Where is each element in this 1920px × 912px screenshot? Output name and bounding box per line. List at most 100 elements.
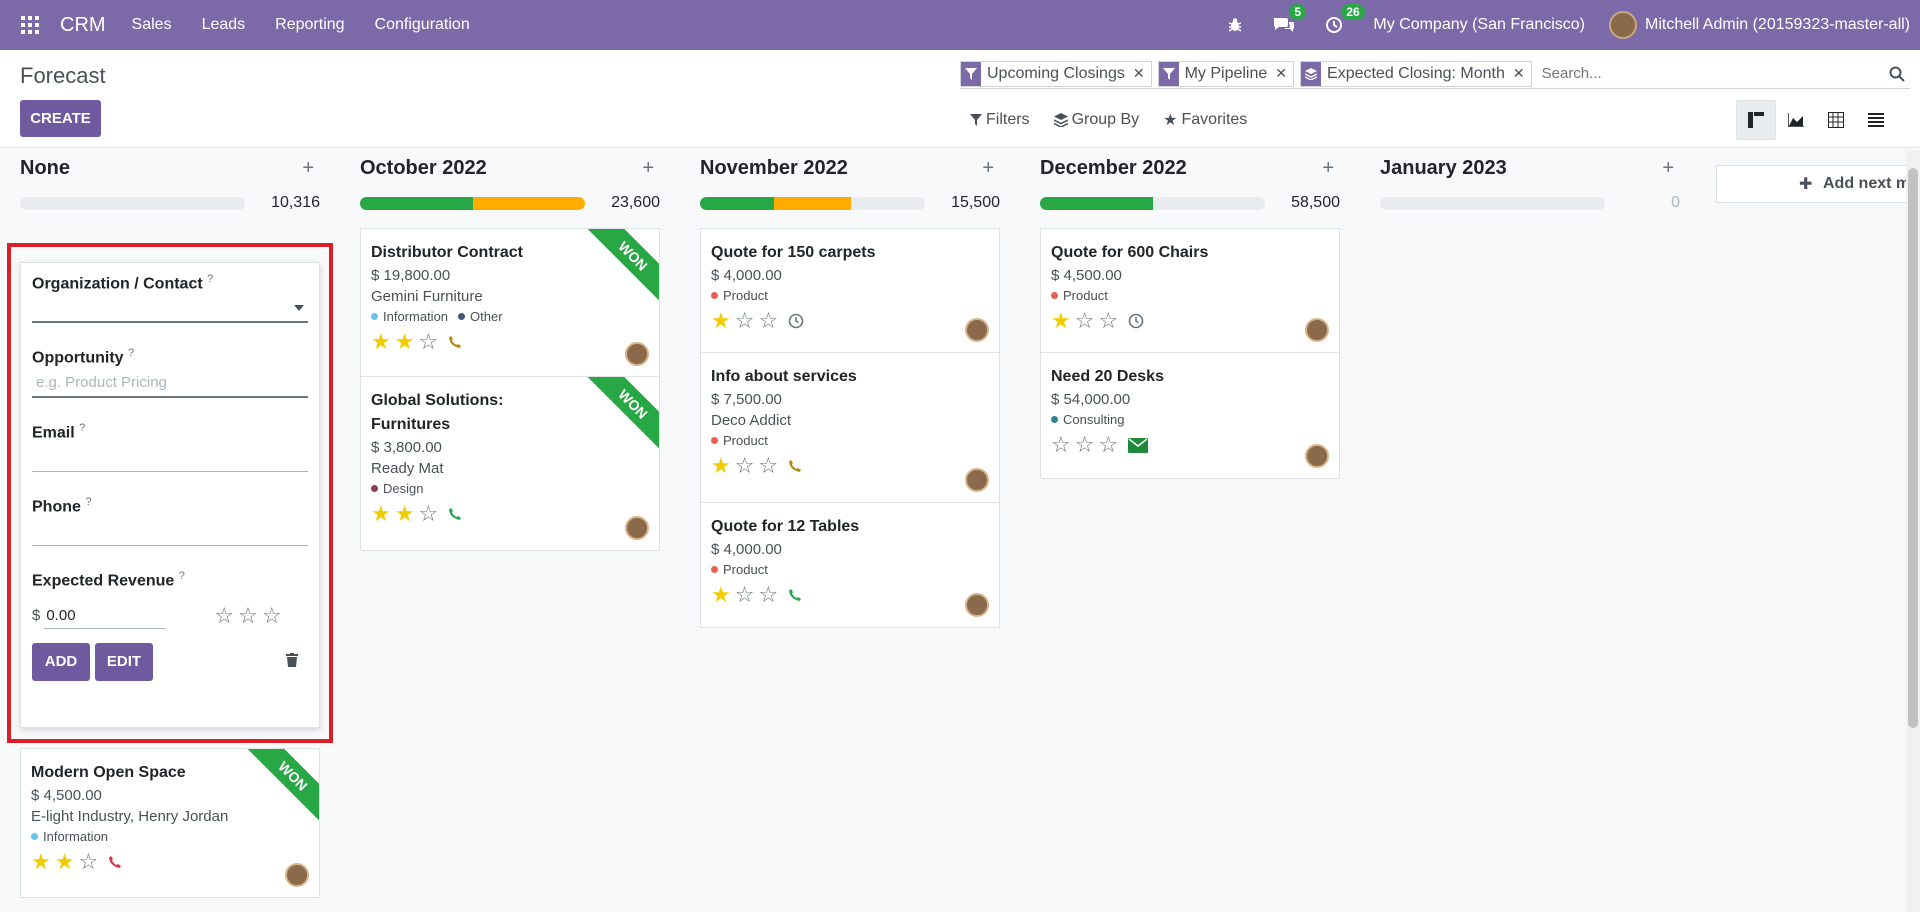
progress-won-segment[interactable] [360,196,473,210]
menu-reporting[interactable]: Reporting [275,16,344,34]
pivot-icon[interactable] [1816,100,1856,140]
bug-icon[interactable] [1227,17,1243,33]
priority-star-icon[interactable]: ★ [711,455,731,477]
priority-star-icon[interactable]: ★ [395,503,415,525]
progress-won-segment[interactable] [1040,196,1153,210]
priority-star-icon[interactable]: ☆ [238,604,258,627]
edit-button[interactable]: EDIT [95,642,153,681]
priority-star-icon[interactable]: ☆ [735,455,755,477]
priority-star-icon[interactable]: ☆ [418,331,438,353]
add-next-column-button[interactable]: ✚ Add next m [1716,165,1920,203]
plus-icon[interactable]: + [1322,157,1334,180]
filters-button[interactable]: Filters [970,110,1030,130]
priority-star-icon[interactable]: ☆ [735,310,755,332]
kanban-card[interactable]: WON Modern Open Space $ 4,500.00 E-light… [20,748,320,898]
create-button[interactable]: CREATE [20,100,101,137]
progress-bar[interactable] [360,196,585,210]
facet-remove-icon[interactable]: ✕ [1131,62,1151,86]
phone-icon[interactable] [788,588,802,602]
priority-star-icon[interactable]: ★ [1051,310,1071,332]
priority-star-icon[interactable]: ☆ [1098,310,1118,332]
email-field[interactable] [32,442,308,472]
phone-icon[interactable] [448,507,462,521]
scrollbar-thumb[interactable] [1908,168,1918,728]
progress-bar[interactable] [1380,196,1605,210]
avatar[interactable] [1305,444,1329,468]
kanban-card[interactable]: Quote for 150 carpets $ 4,000.00 Product… [700,228,1000,353]
menu-sales[interactable]: Sales [132,16,172,34]
trash-icon[interactable] [286,652,298,671]
priority-star-icon[interactable]: ★ [55,851,75,873]
progress-bar[interactable] [700,196,925,210]
priority-star-icon[interactable]: ☆ [758,455,778,477]
priority-star-icon[interactable]: ☆ [1075,434,1095,456]
phone-field[interactable] [32,516,308,547]
graph-icon[interactable] [1776,100,1816,140]
kanban-card[interactable]: Quote for 600 Chairs $ 4,500.00 Product … [1040,228,1340,353]
user-menu[interactable]: Mitchell Admin (20159323-master-all) [1645,16,1910,34]
priority-star-icon[interactable]: ☆ [418,503,438,525]
priority-star-icon[interactable]: ☆ [1075,310,1095,332]
opportunity-input[interactable]: e.g. Product Pricing [32,368,308,398]
avatar[interactable] [1609,11,1637,39]
avatar[interactable] [1305,318,1329,342]
phone-icon[interactable] [448,335,462,349]
plus-icon[interactable]: + [1662,157,1674,180]
company-switcher[interactable]: My Company (San Francisco) [1373,16,1585,34]
kanban-icon[interactable] [1736,100,1776,140]
list-icon[interactable] [1856,100,1896,140]
progress-bar[interactable] [1040,196,1265,210]
priority-star-icon[interactable]: ★ [711,310,731,332]
apps-grid-icon[interactable] [0,16,60,34]
plus-icon[interactable]: + [642,157,654,180]
priority-star-icon[interactable]: ☆ [78,851,98,873]
kanban-card[interactable]: WON Global Solutions: Furnitures $ 3,800… [360,377,660,551]
progress-planned-segment[interactable] [774,196,851,210]
phone-icon[interactable] [108,855,122,869]
chat-icon[interactable]: 5 [1273,4,1307,34]
avatar[interactable] [965,593,989,617]
avatar[interactable] [965,468,989,492]
priority-star-icon[interactable]: ☆ [758,584,778,606]
priority-star-icon[interactable]: ☆ [1098,434,1118,456]
menu-leads[interactable]: Leads [202,16,246,34]
priority-star-icon[interactable]: ★ [395,331,415,353]
kanban-card[interactable]: Info about services $ 7,500.00 Deco Addi… [700,353,1000,503]
priority-star-icon[interactable]: ☆ [1051,434,1071,456]
priority-star-icon[interactable]: ☆ [758,310,778,332]
groupby-button[interactable]: Group By [1053,110,1139,130]
priority-star-icon[interactable]: ☆ [262,604,282,627]
facet-remove-icon[interactable]: ✕ [1273,62,1293,86]
plus-icon[interactable]: + [302,157,314,180]
search-input[interactable] [1537,65,1884,82]
progress-planned-segment[interactable] [472,196,585,210]
avatar[interactable] [625,342,649,366]
avatar[interactable] [285,863,309,887]
facet-remove-icon[interactable]: ✕ [1511,62,1531,86]
priority-star-icon[interactable]: ☆ [735,584,755,606]
plus-icon[interactable]: + [982,157,994,180]
kanban-card[interactable]: Need 20 Desks $ 54,000.00 Consulting ☆ ☆ ☆ [1040,353,1340,479]
phone-icon[interactable] [788,459,802,473]
add-button[interactable]: ADD [32,642,90,681]
priority-star-icon[interactable]: ★ [31,851,51,873]
priority-star-icon[interactable]: ★ [711,584,731,606]
avatar[interactable] [625,516,649,540]
clock-icon[interactable] [788,313,804,329]
progress-bar[interactable] [20,196,245,210]
app-brand[interactable]: CRM [60,14,106,37]
kanban-card[interactable]: WON Distributor Contract $ 19,800.00 Gem… [360,228,660,377]
clock-icon[interactable] [1128,313,1144,329]
avatar[interactable] [965,318,989,342]
envelope-icon[interactable] [1128,437,1149,453]
progress-won-segment[interactable] [700,196,775,210]
priority-star-icon[interactable]: ★ [371,503,391,525]
kanban-card[interactable]: Quote for 12 Tables $ 4,000.00 Product ★… [700,503,1000,628]
priority-star-icon[interactable]: ★ [371,331,391,353]
menu-configuration[interactable]: Configuration [375,16,470,34]
favorites-button[interactable]: ★ Favorites [1163,110,1247,130]
search-icon[interactable] [1884,66,1910,82]
expected-revenue-input[interactable]: 0.00 [44,603,167,629]
priority-star-icon[interactable]: ☆ [214,604,234,627]
org-contact-select[interactable] [32,293,308,324]
